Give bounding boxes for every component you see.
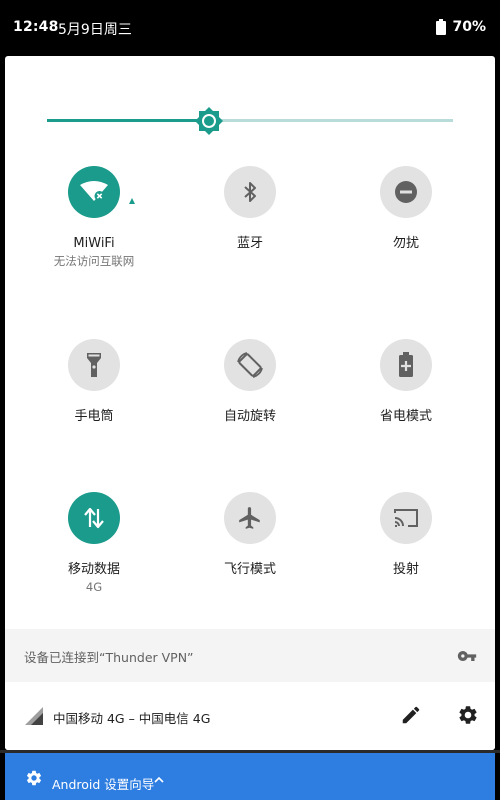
tile-wifi-button[interactable] bbox=[68, 166, 135, 218]
tile-sublabel: 无法访问互联网 bbox=[53, 254, 135, 268]
do-not-disturb-icon bbox=[394, 180, 418, 204]
tile-label: 蓝牙 bbox=[236, 236, 263, 251]
tile-label: 省电模式 bbox=[379, 409, 432, 424]
tile-autorotate[interactable]: 自动旋转 bbox=[170, 339, 330, 425]
vpn-status-text: 设备已连接到“Thunder VPN” bbox=[24, 650, 194, 665]
signal-icon bbox=[25, 707, 43, 725]
status-bar: 12:48 5月9日周三 70% bbox=[0, 0, 500, 56]
settings-gear-icon bbox=[26, 770, 42, 786]
tile-label: 自动旋转 bbox=[223, 409, 276, 424]
brightness-fill bbox=[47, 119, 210, 122]
tile-battery-saver-button[interactable] bbox=[380, 339, 432, 391]
tile-wifi[interactable]: MiWiFi 无法访问互联网 bbox=[14, 166, 174, 268]
flashlight-icon bbox=[86, 352, 102, 378]
tile-dnd[interactable]: 勿扰 bbox=[326, 166, 486, 252]
tile-flashlight-button[interactable] bbox=[68, 339, 120, 391]
wifi-no-internet-icon bbox=[80, 181, 108, 203]
tile-label: 手电筒 bbox=[74, 409, 114, 424]
status-time: 12:48 bbox=[13, 19, 59, 35]
battery-percent: 70% bbox=[452, 19, 486, 35]
tile-mobile-data-button[interactable] bbox=[68, 492, 120, 544]
brightness-icon bbox=[195, 107, 224, 135]
status-date: 5月9日周三 bbox=[58, 22, 132, 38]
tile-label: 飞行模式 bbox=[223, 562, 276, 577]
vpn-status-row[interactable]: 设备已连接到“Thunder VPN” bbox=[5, 629, 495, 682]
airplane-icon bbox=[237, 505, 263, 531]
tile-label: 投射 bbox=[392, 562, 419, 577]
mobile-data-icon bbox=[83, 506, 105, 530]
tile-flashlight[interactable]: 手电筒 bbox=[14, 339, 174, 425]
bluetooth-icon bbox=[240, 180, 260, 204]
tile-label: MiWiFi bbox=[73, 236, 115, 251]
tile-mobile-data[interactable]: 移动数据 4G bbox=[14, 492, 174, 594]
vpn-key-icon bbox=[457, 651, 477, 661]
cast-icon bbox=[393, 506, 419, 530]
brightness-thumb[interactable] bbox=[195, 107, 224, 135]
battery-indicator: 70% bbox=[436, 19, 486, 35]
tile-sublabel: 4G bbox=[85, 580, 103, 594]
tile-cast[interactable]: 投射 bbox=[326, 492, 486, 578]
edit-icon[interactable] bbox=[400, 704, 422, 726]
quick-settings-panel: MiWiFi 无法访问互联网 蓝牙 勿扰手电筒 自动旋转 省电模式移动数据 4G 飞行模式 投射… bbox=[5, 56, 495, 750]
tile-autorotate-button[interactable] bbox=[224, 339, 276, 391]
tile-label: 勿扰 bbox=[392, 236, 419, 251]
auto-rotate-icon bbox=[235, 350, 265, 380]
carrier-row: 中国移动 4G – 中国电信 4G bbox=[5, 683, 495, 750]
settings-gear-icon[interactable] bbox=[457, 704, 479, 726]
tile-dnd-button[interactable] bbox=[380, 166, 432, 218]
battery-saver-icon bbox=[398, 352, 414, 378]
tile-airplane-button[interactable] bbox=[224, 492, 276, 544]
tile-battery-saver[interactable]: 省电模式 bbox=[326, 339, 486, 425]
battery-icon bbox=[436, 19, 447, 35]
brightness-slider[interactable] bbox=[47, 107, 453, 135]
tile-bluetooth[interactable]: 蓝牙 bbox=[170, 166, 330, 252]
carrier-text: 中国移动 4G – 中国电信 4G bbox=[53, 711, 211, 726]
expand-caret-icon[interactable] bbox=[128, 190, 136, 209]
chevron-up-icon[interactable] bbox=[153, 774, 165, 786]
notification-title: Android 设置向导 bbox=[52, 777, 155, 792]
setup-wizard-notification[interactable]: Android 设置向导 bbox=[5, 753, 495, 800]
tile-bluetooth-button[interactable] bbox=[224, 166, 276, 218]
tile-cast-button[interactable] bbox=[380, 492, 432, 544]
tile-label: 移动数据 bbox=[67, 562, 120, 577]
tile-airplane[interactable]: 飞行模式 bbox=[170, 492, 330, 578]
